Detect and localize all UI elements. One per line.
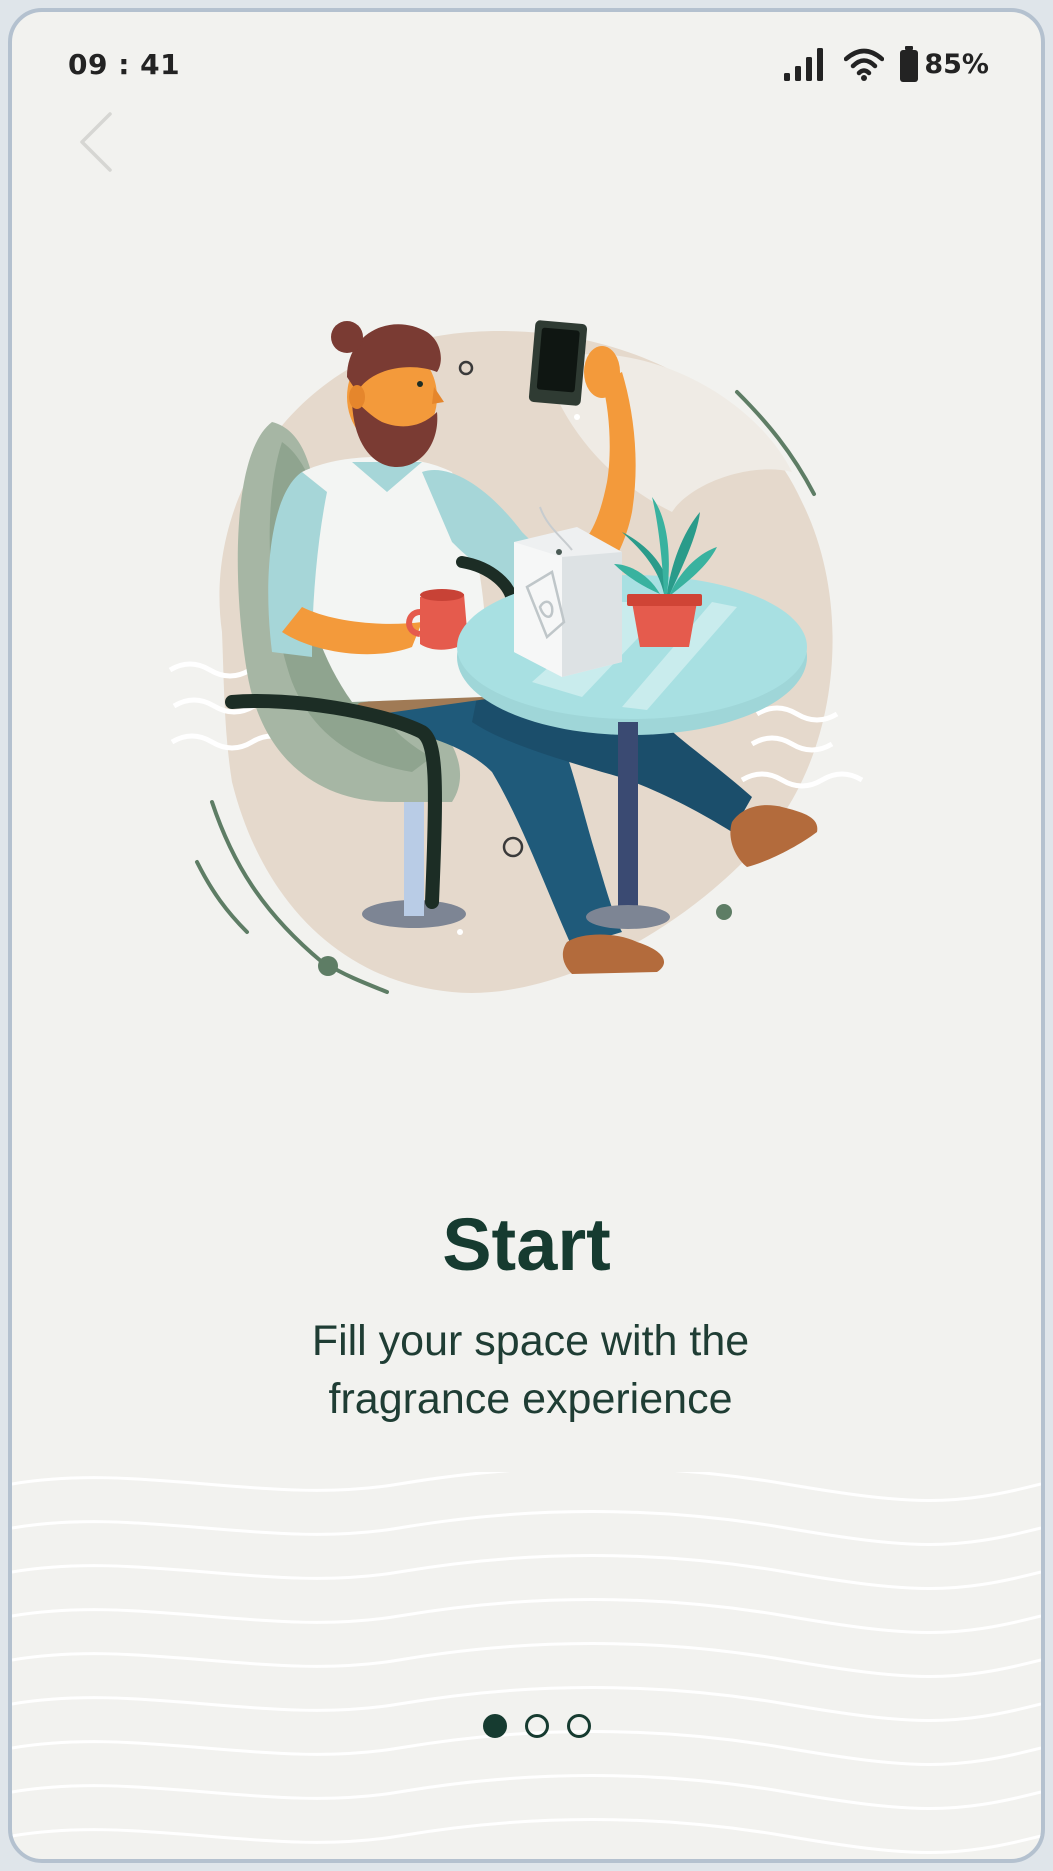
chevron-left-icon bbox=[76, 110, 116, 179]
back-button[interactable] bbox=[66, 104, 126, 184]
onboarding-title: Start bbox=[442, 1203, 611, 1286]
wifi-icon bbox=[844, 47, 885, 81]
battery-indicator: 85% bbox=[900, 46, 989, 82]
page-indicator bbox=[12, 1714, 1041, 1738]
signal-icon bbox=[784, 47, 828, 81]
page-indicator-dot-2[interactable] bbox=[524, 1714, 549, 1738]
onboarding-illustration bbox=[152, 302, 932, 1022]
battery-icon bbox=[900, 46, 919, 82]
onboarding-subtitle: Fill your space with the fragrance exper… bbox=[152, 1312, 909, 1428]
status-icons: 85% bbox=[784, 42, 989, 86]
page-indicator-dot-3[interactable] bbox=[566, 1714, 591, 1738]
status-time: 09 : 41 bbox=[68, 48, 181, 81]
status-bar: 09 : 41 85% bbox=[12, 12, 1041, 112]
phone-screen: 09 : 41 85% Start Fill your space with t… bbox=[8, 8, 1045, 1863]
battery-percent: 85% bbox=[924, 48, 989, 80]
page-indicator-dot-1[interactable] bbox=[482, 1714, 507, 1738]
subtitle-line-1: Fill your space with the bbox=[311, 1317, 750, 1365]
decorative-waves bbox=[12, 1472, 1041, 1854]
subtitle-line-2: fragrance experience bbox=[328, 1375, 733, 1423]
